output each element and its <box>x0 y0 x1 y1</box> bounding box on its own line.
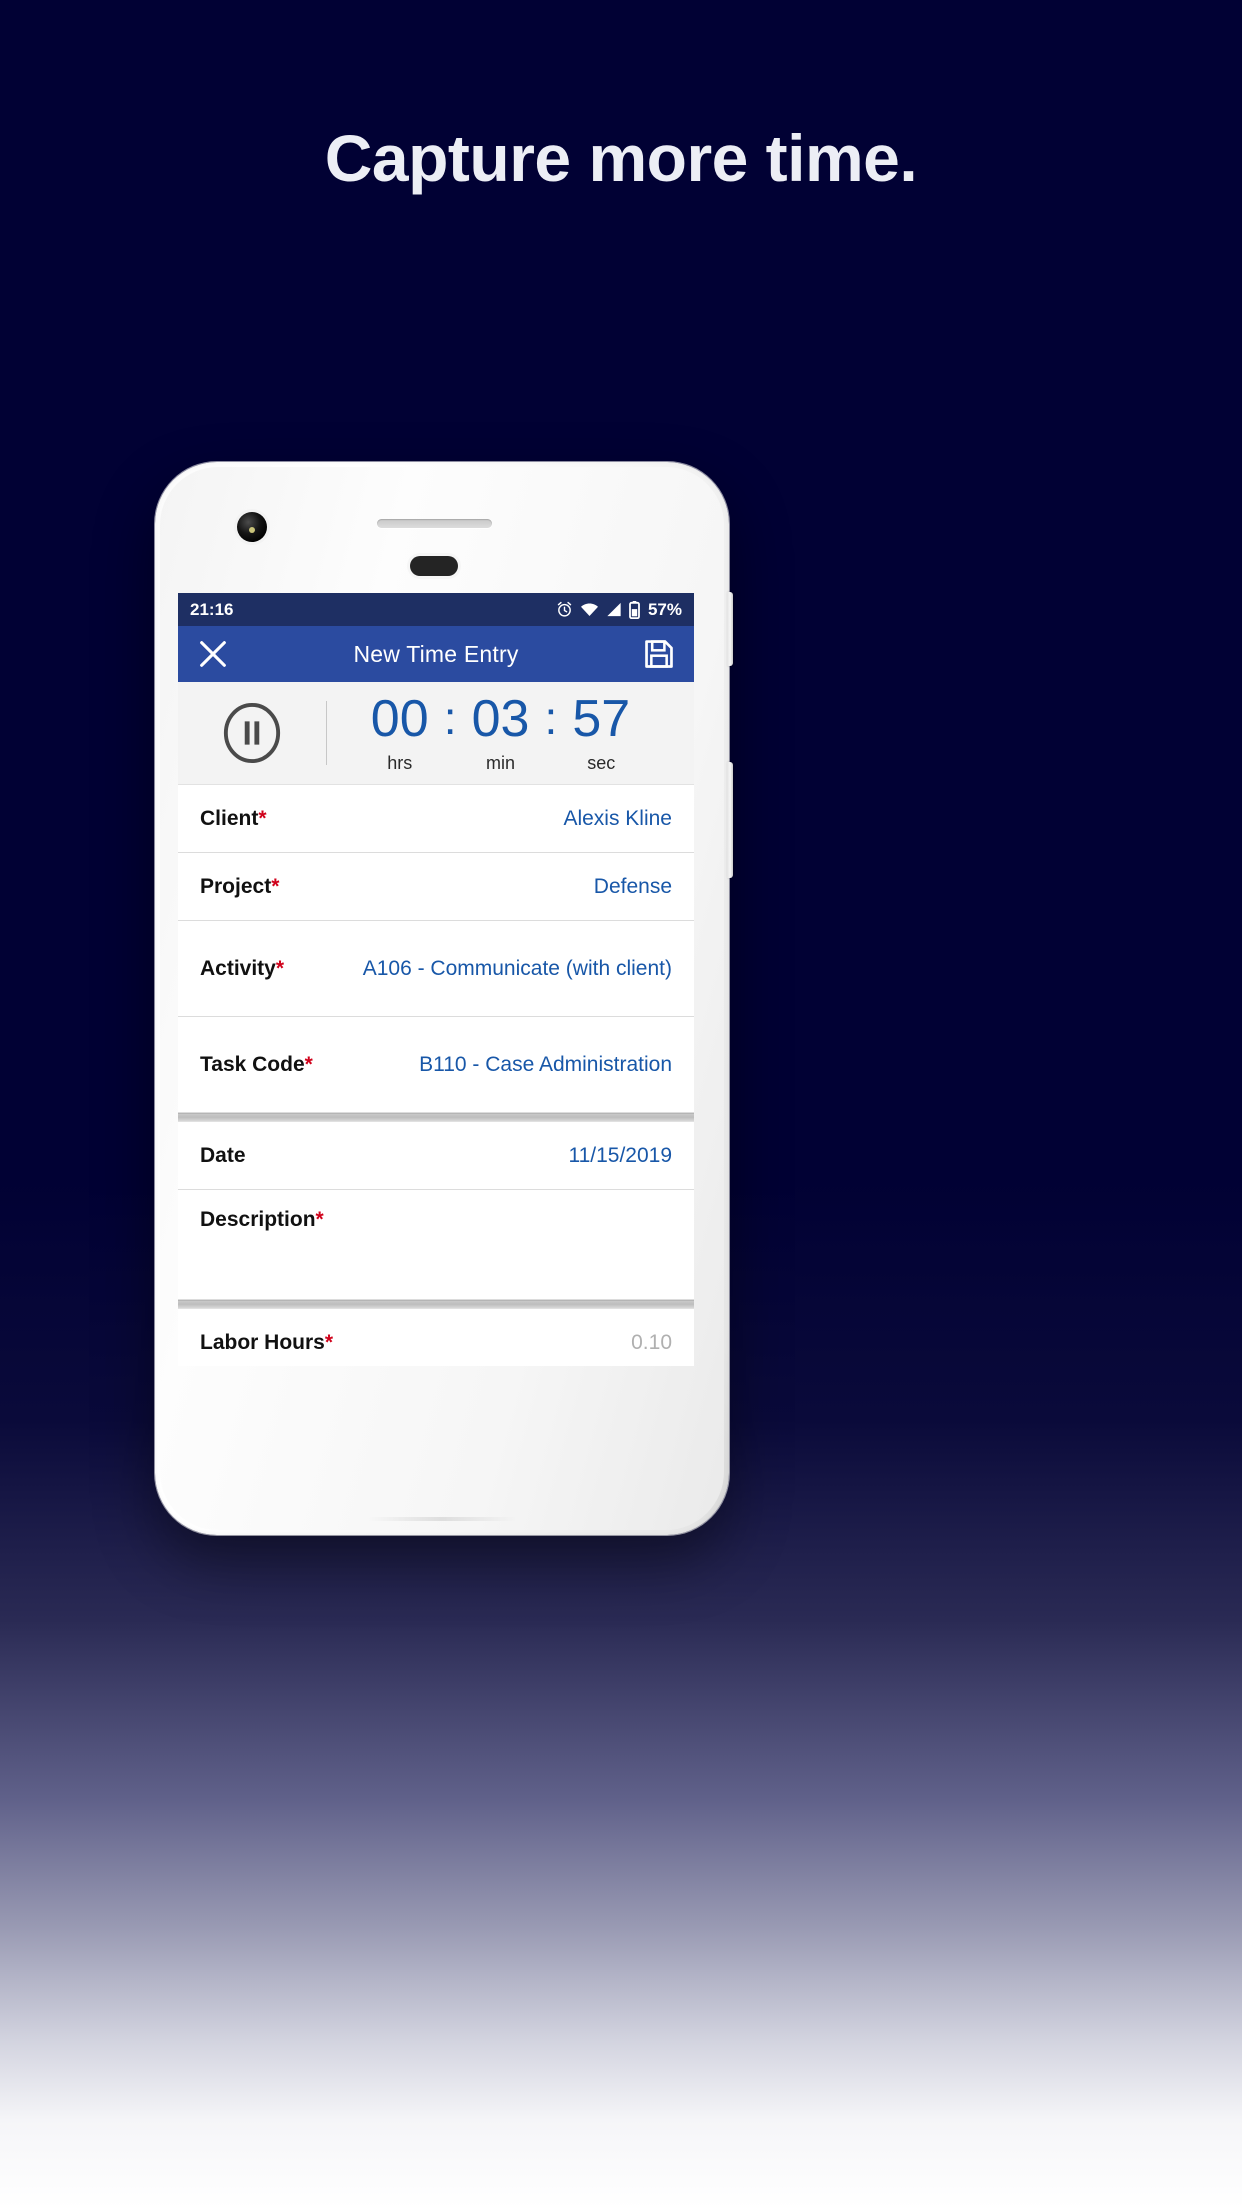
proximity-sensor <box>410 556 458 576</box>
timer-hours-label: hrs <box>387 752 413 773</box>
pause-button-container[interactable] <box>178 702 326 764</box>
required-asterisk: * <box>304 1052 313 1076</box>
timer-hours-column: 00 hrs <box>358 693 442 774</box>
required-asterisk: * <box>315 1208 324 1231</box>
earpiece-speaker <box>377 519 492 528</box>
phone-device-frame: 21:16 57% New Time Entry 00 hrs: 03 min… <box>155 462 733 1535</box>
field-value-project[interactable]: Defense <box>293 873 672 901</box>
form-row-task-code[interactable]: Task Code* B110 - Case Administration <box>178 1017 694 1113</box>
required-asterisk: * <box>275 956 285 980</box>
field-label-client: Client* <box>200 806 267 830</box>
timer-seconds-label: sec <box>587 752 616 773</box>
required-asterisk: * <box>271 874 280 898</box>
pause-icon[interactable] <box>221 702 283 764</box>
timer-minutes-label: min <box>485 752 515 773</box>
timer-panel: 00 hrs : 03 min : 57 sec <box>178 682 694 785</box>
promo-headline: Capture more time. <box>324 121 918 195</box>
save-icon[interactable] <box>642 637 676 671</box>
field-value-labor-hours[interactable]: 0.10 <box>347 1329 672 1357</box>
timer-seconds-value: 57 <box>572 689 631 748</box>
field-label-task-code: Task Code* <box>200 1052 313 1076</box>
form-row-description[interactable]: Description* <box>178 1190 694 1300</box>
required-asterisk: * <box>324 1330 334 1354</box>
alarm-icon <box>557 601 572 617</box>
section-divider <box>178 1113 694 1122</box>
field-value-activity[interactable]: A106 - Communicate (with client) <box>298 955 672 983</box>
section-divider <box>178 1300 694 1309</box>
field-value-date[interactable]: 11/15/2019 <box>260 1142 672 1170</box>
required-asterisk: * <box>258 806 267 830</box>
signal-icon <box>607 602 621 617</box>
front-camera-icon <box>237 512 267 542</box>
timer-readout: 00 hrs : 03 min : 57 sec <box>327 693 694 774</box>
field-label-project: Project* <box>200 874 280 898</box>
status-bar: 21:16 57% <box>178 593 694 626</box>
field-label-date: Date <box>200 1143 246 1167</box>
timer-minutes-column: 03 min <box>459 693 543 774</box>
form-row-client[interactable]: Client* Alexis Kline <box>178 785 694 853</box>
form-row-labor-hours[interactable]: Labor Hours* 0.10 <box>178 1309 694 1366</box>
phone-screen: 21:16 57% New Time Entry 00 hrs: 03 min… <box>178 593 694 1366</box>
field-label-labor-hours: Labor Hours* <box>200 1330 334 1354</box>
field-value-task-code[interactable]: B110 - Case Administration <box>327 1051 672 1079</box>
battery-icon <box>629 600 640 619</box>
timer-minutes-value: 03 <box>471 689 530 748</box>
status-bar-clock: 21:16 <box>190 599 234 619</box>
timer-separator-1: : <box>443 691 457 744</box>
app-bar-title: New Time Entry <box>353 640 519 667</box>
field-label-activity: Activity* <box>200 956 285 980</box>
status-bar-icons: 57% <box>556 600 682 620</box>
app-bar: New Time Entry <box>178 626 694 682</box>
bottom-microphone <box>367 1517 517 1521</box>
field-label-description: Description* <box>200 1208 324 1231</box>
form-row-date[interactable]: Date 11/15/2019 <box>178 1122 694 1190</box>
battery-percent-label: 57% <box>647 599 682 619</box>
wifi-icon <box>580 603 599 616</box>
timer-separator-2: : <box>544 691 558 744</box>
form-row-activity[interactable]: Activity* A106 - Communicate (with clien… <box>178 921 694 1017</box>
timer-hours-value: 00 <box>370 689 429 748</box>
field-value-client[interactable]: Alexis Kline <box>281 805 672 833</box>
volume-button[interactable] <box>727 762 733 878</box>
timer-seconds-column: 57 sec <box>559 693 643 774</box>
form-row-project[interactable]: Project* Defense <box>178 853 694 921</box>
close-icon[interactable] <box>196 637 230 671</box>
power-button[interactable] <box>727 592 733 666</box>
